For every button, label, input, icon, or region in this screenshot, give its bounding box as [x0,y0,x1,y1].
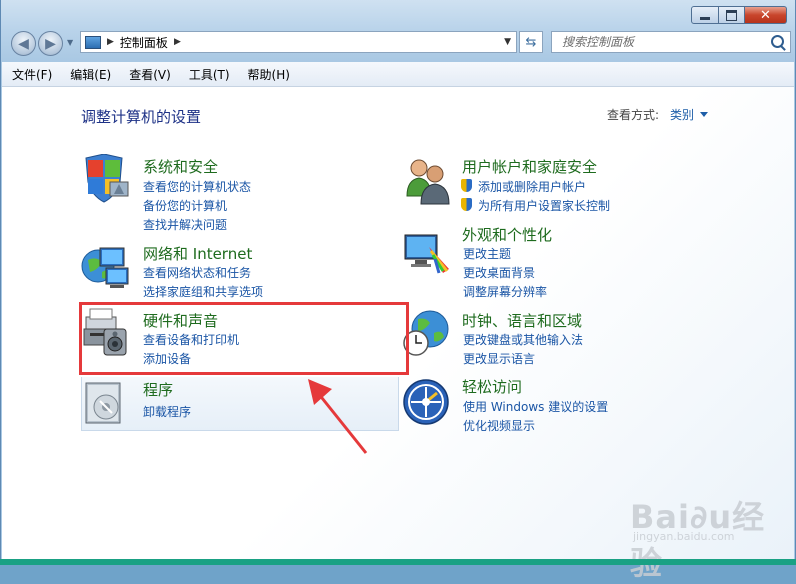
breadcrumb-separator-icon[interactable]: ▶ [107,37,114,47]
link-backup-computer[interactable]: 备份您的计算机 [143,197,227,214]
taskbar-strip [0,559,796,565]
ease-of-access-icon[interactable] [401,377,451,427]
appearance-icon[interactable] [403,229,453,279]
category-title-system-security[interactable]: 系统和安全 [143,156,218,177]
back-button[interactable]: ◀ [11,31,36,56]
menu-file[interactable]: 文件(F) [4,66,60,83]
menu-tools[interactable]: 工具(T) [181,66,238,83]
category-title-clock-language-region[interactable]: 时钟、语言和区域 [462,310,582,331]
category-title-programs[interactable]: 程序 [143,379,173,400]
breadcrumb-separator-icon[interactable]: ▶ [174,37,181,47]
menu-view[interactable]: 查看(V) [121,66,179,83]
maximize-button[interactable] [719,6,745,24]
search-input[interactable] [560,34,764,50]
link-parental-controls[interactable]: 为所有用户设置家长控制 [461,197,610,214]
category-title-appearance[interactable]: 外观和个性化 [462,224,552,245]
refresh-icon: ⇆ [525,34,537,50]
link-add-remove-accounts[interactable]: 添加或删除用户帐户 [461,178,586,195]
annotation-arrow-icon [308,379,368,454]
watermark-url: jingyan.baidu.com [633,530,735,543]
page-title: 调整计算机的设置 [81,108,202,126]
minimize-button[interactable] [691,6,719,24]
address-dropdown-icon[interactable]: ▼ [504,37,511,47]
category-title-user-accounts[interactable]: 用户帐户和家庭安全 [462,156,597,177]
link-homegroup-sharing[interactable]: 选择家庭组和共享选项 [143,283,263,300]
link-troubleshoot[interactable]: 查找并解决问题 [143,216,227,233]
breadcrumb-control-panel[interactable]: 控制面板 [120,34,168,51]
menu-bar: 文件(F) 编辑(E) 查看(V) 工具(T) 帮助(H) [2,62,794,87]
link-uninstall-program[interactable]: 卸载程序 [143,403,191,420]
link-change-theme[interactable]: 更改主题 [463,245,511,262]
link-screen-resolution[interactable]: 调整屏幕分辨率 [463,283,547,300]
window-caption-buttons: ✕ [691,6,787,24]
menu-help[interactable]: 帮助(H) [240,66,298,83]
network-icon[interactable] [80,242,130,292]
link-view-computer-status[interactable]: 查看您的计算机状态 [143,178,251,195]
system-security-icon[interactable] [80,154,130,204]
link-optimize-video-display[interactable]: 优化视频显示 [463,417,535,434]
link-windows-suggested-settings[interactable]: 使用 Windows 建议的设置 [463,398,608,415]
search-icon[interactable] [771,35,784,48]
minimize-icon [700,16,710,20]
content-area: 调整计算机的设置 查看方式: 类别 系统和安全 查看您的计算机状态 备份您的计算… [2,87,794,582]
link-network-status-tasks[interactable]: 查看网络状态和任务 [143,264,251,281]
programs-icon[interactable] [82,377,132,427]
category-title-network-internet[interactable]: 网络和 Internet [143,243,252,264]
forward-button[interactable]: ▶ [38,31,63,56]
link-desktop-background[interactable]: 更改桌面背景 [463,264,535,281]
close-icon: ✕ [760,7,771,23]
category-title-ease-of-access[interactable]: 轻松访问 [462,376,522,397]
forward-arrow-icon: ▶ [45,35,56,52]
watermark: Bai∂u经验 jingyan.baidu.com [630,492,794,584]
highlight-box-annotation [79,302,409,375]
clock-region-icon[interactable] [402,307,452,357]
recent-pages-dropdown-icon[interactable]: ▼ [67,38,73,47]
back-arrow-icon: ◀ [18,35,29,52]
view-by-dropdown-icon[interactable] [700,112,708,117]
maximize-icon [726,9,737,21]
view-by-dropdown[interactable]: 类别 [670,106,694,123]
user-accounts-icon[interactable] [403,156,453,206]
address-bar[interactable]: ▶ 控制面板 ▶ ▼ [80,31,517,53]
control-panel-icon [85,35,101,49]
link-display-language[interactable]: 更改显示语言 [463,350,535,367]
refresh-button[interactable]: ⇆ [519,31,543,53]
control-panel-window: ✕ ◀ ▶ ▼ ▶ 控制面板 ▶ ▼ ⇆ 文件(F) 编辑(E) 查看(V) 工… [0,0,796,582]
search-box[interactable] [551,31,791,53]
close-button[interactable]: ✕ [745,6,787,24]
menu-edit[interactable]: 编辑(E) [62,66,119,83]
link-keyboard-input[interactable]: 更改键盘或其他输入法 [463,331,583,348]
view-by-label: 查看方式: [607,108,660,122]
